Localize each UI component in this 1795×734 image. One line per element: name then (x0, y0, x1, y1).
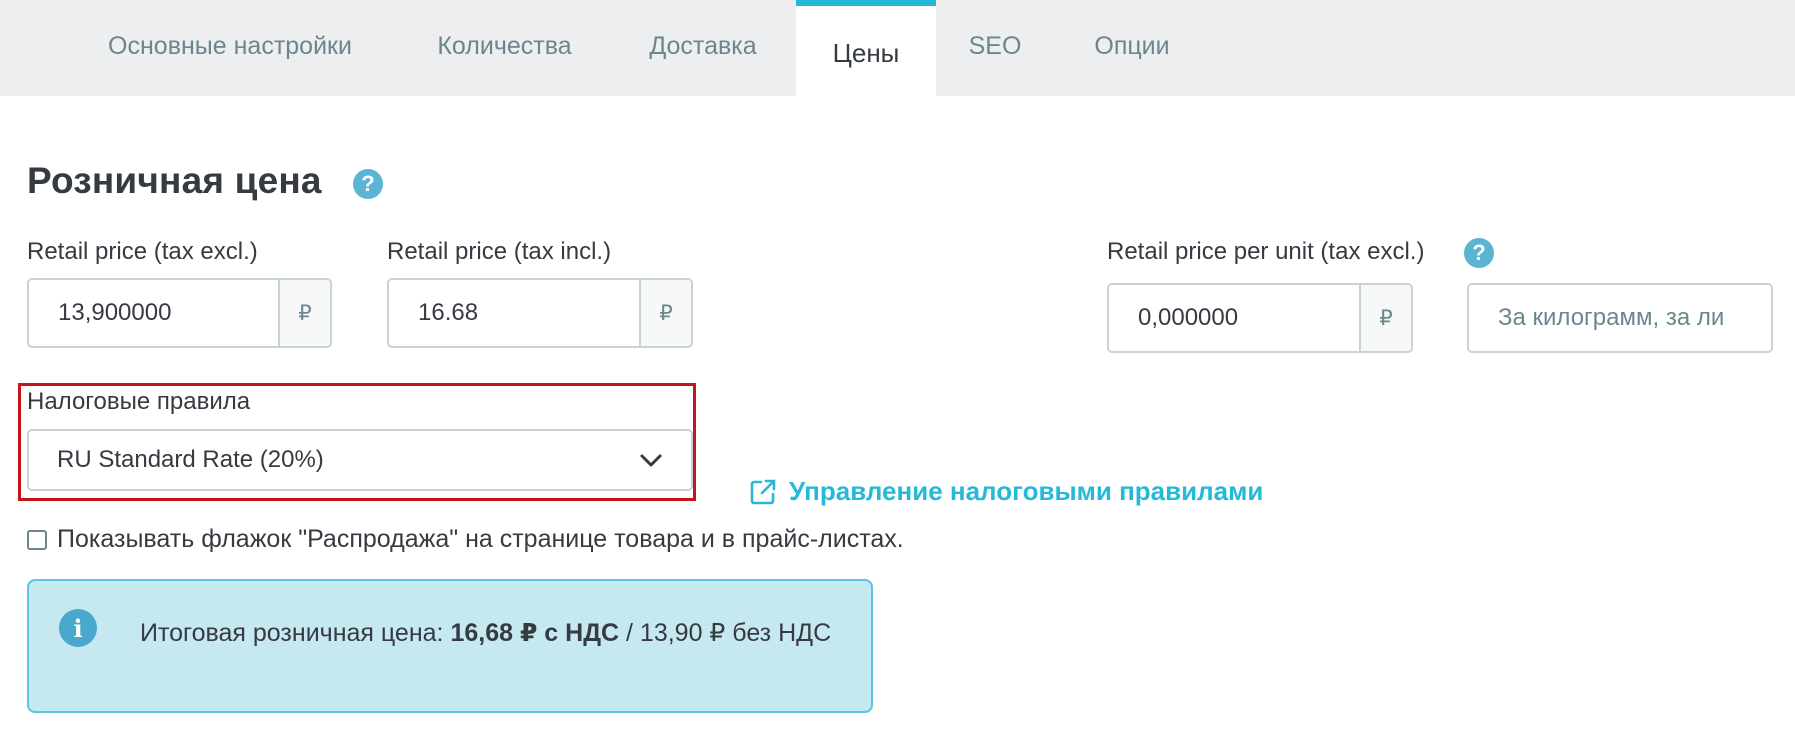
info-circle-icon: i (59, 609, 97, 647)
summary-price-incl: 16,68 ₽ с НДС (450, 619, 620, 647)
summary-prefix: Итоговая розничная цена: (140, 619, 444, 647)
tab-basic-settings[interactable]: Основные настройки (72, 0, 388, 96)
tab-seo[interactable]: SEO (958, 0, 1032, 96)
price-tax-incl-input[interactable] (389, 280, 639, 346)
summary-price-excl: 13,90 ₽ без НДС (639, 619, 832, 647)
tab-pricing[interactable]: Цены (796, 0, 936, 96)
tab-bar: Основные настройки Количества Доставка Ц… (0, 0, 1795, 96)
question-circle-icon[interactable]: ? (1464, 238, 1494, 268)
tab-options[interactable]: Опции (1080, 0, 1184, 96)
price-tax-excl-group: ₽ (27, 278, 332, 348)
price-summary-alert: i Итоговая розничная цена: 16,68 ₽ с НДС… (27, 579, 873, 713)
tax-rules-select[interactable]: RU Standard Rate (20%) (27, 429, 693, 491)
tab-shipping[interactable]: Доставка (630, 0, 776, 96)
price-tax-excl-label: Retail price (tax excl.) (27, 238, 258, 265)
currency-addon: ₽ (639, 280, 691, 346)
chevron-down-icon (640, 454, 662, 467)
price-tax-incl-label: Retail price (tax incl.) (387, 238, 612, 265)
section-title: Розничная цена (27, 160, 322, 201)
manage-tax-rules-link[interactable]: Управление налоговыми правилами (749, 476, 1263, 507)
currency-addon: ₽ (1359, 285, 1411, 351)
tax-rules-label: Налоговые правила (27, 388, 251, 415)
tax-rules-selected-value: RU Standard Rate (20%) (57, 446, 324, 473)
unit-price-input[interactable] (1109, 285, 1359, 351)
unity-input[interactable] (1467, 283, 1773, 353)
price-tax-excl-input[interactable] (29, 280, 278, 346)
currency-addon: ₽ (278, 280, 330, 346)
price-tax-incl-group: ₽ (387, 278, 693, 348)
tab-quantities[interactable]: Количества (410, 0, 599, 96)
on-sale-checkbox[interactable] (27, 529, 47, 550)
external-link-icon (750, 479, 776, 504)
on-sale-label[interactable]: Показывать флажок "Распродажа" на страни… (57, 525, 904, 554)
on-sale-row: Показывать флажок "Распродажа" на страни… (27, 525, 904, 554)
price-summary-text: Итоговая розничная цена: 16,68 ₽ с НДС /… (140, 614, 840, 652)
manage-tax-rules-label: Управление налоговыми правилами (789, 476, 1264, 506)
unit-price-group: ₽ (1107, 283, 1413, 353)
unit-price-label: Retail price per unit (tax excl.) (1107, 238, 1425, 265)
question-circle-icon[interactable]: ? (353, 169, 383, 199)
summary-separator: / (626, 619, 633, 647)
